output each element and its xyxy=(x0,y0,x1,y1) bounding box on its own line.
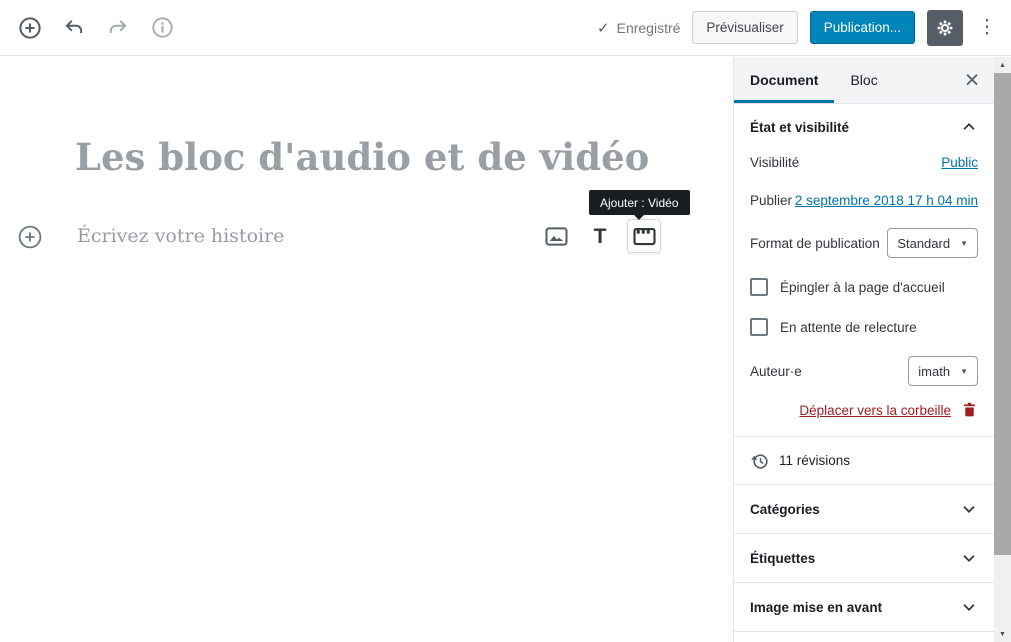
move-to-trash-link[interactable]: Déplacer vers la corbeille xyxy=(799,403,951,418)
author-value: imath xyxy=(918,364,950,379)
content-structure-button[interactable] xyxy=(144,10,180,46)
sticky-checkbox[interactable] xyxy=(750,278,768,296)
pending-checkbox[interactable] xyxy=(750,318,768,336)
visibility-value-link[interactable]: Public xyxy=(941,155,978,170)
settings-button[interactable] xyxy=(927,10,963,46)
add-video-button[interactable] xyxy=(627,219,661,253)
panel-featured-image: Image mise en avant xyxy=(734,583,994,632)
panel-tags-header[interactable]: Étiquettes xyxy=(734,534,994,582)
editor-canvas: Les bloc d'audio et de vidéo Ajouter : V… xyxy=(0,57,733,642)
toolbar-right: ✓ Enregistré Prévisualiser Publication..… xyxy=(597,10,1011,46)
quick-inserter: T xyxy=(539,219,661,253)
panel-tags: Étiquettes xyxy=(734,534,994,583)
panel-featured-image-title: Image mise en avant xyxy=(750,600,882,615)
plus-circle-icon xyxy=(17,224,45,250)
post-format-value: Standard xyxy=(897,236,950,251)
author-row: Auteur·e imath ▼ xyxy=(750,356,978,386)
author-select[interactable]: imath ▼ xyxy=(908,356,978,386)
panel-status-body: Visibilité Public Publier 2 septembre 20… xyxy=(734,150,994,422)
chevron-down-icon xyxy=(960,598,978,616)
visibility-label: Visibilité xyxy=(750,155,799,170)
trash-row: Déplacer vers la corbeille xyxy=(750,398,978,422)
add-block-button[interactable] xyxy=(12,10,48,46)
sidebar-tabs: Document Bloc × xyxy=(734,57,994,104)
image-icon xyxy=(544,224,569,249)
plus-circle-icon xyxy=(18,16,42,40)
scroll-up-arrow[interactable]: ▲ xyxy=(994,57,1011,73)
panel-categories-title: Catégories xyxy=(750,502,820,517)
scroll-down-arrow[interactable]: ▼ xyxy=(994,626,1011,642)
panel-status-header[interactable]: État et visibilité xyxy=(734,104,994,150)
sticky-row: Épingler à la page d'accueil xyxy=(750,276,978,298)
undo-button[interactable] xyxy=(56,10,92,46)
tab-document[interactable]: Document xyxy=(734,57,834,103)
trash-icon[interactable] xyxy=(961,401,978,419)
sidebar-scrollbar[interactable]: ▲ ▼ xyxy=(994,57,1011,642)
publish-row: Publier 2 septembre 2018 17 h 04 min xyxy=(750,188,978,212)
chevron-down-icon xyxy=(960,549,978,567)
tooltip-add-video: Ajouter : Vidéo xyxy=(589,190,690,215)
publish-date-link[interactable]: 2 septembre 2018 17 h 04 min xyxy=(795,193,978,208)
add-text-button[interactable]: T xyxy=(583,219,617,253)
chevron-up-icon xyxy=(960,118,978,136)
revisions-label: 11 révisions xyxy=(779,453,850,468)
preview-button[interactable]: Prévisualiser xyxy=(692,11,797,44)
chevron-down-icon: ▼ xyxy=(960,367,968,376)
info-icon xyxy=(151,16,174,39)
more-tools-button[interactable]: ⋮ xyxy=(975,18,999,37)
publish-button[interactable]: Publication... xyxy=(810,11,915,44)
settings-sidebar: Document Bloc × État et visibilité Visib… xyxy=(733,57,994,642)
panel-status-title: État et visibilité xyxy=(750,120,849,135)
post-format-select[interactable]: Standard ▼ xyxy=(887,228,978,258)
visibility-row: Visibilité Public xyxy=(750,150,978,174)
text-icon: T xyxy=(594,226,607,247)
pending-label: En attente de relecture xyxy=(780,320,917,335)
post-format-row: Format de publication Standard ▼ xyxy=(750,228,978,258)
redo-button[interactable] xyxy=(100,10,136,46)
author-label: Auteur·e xyxy=(750,364,802,379)
add-image-button[interactable] xyxy=(539,219,573,253)
empty-paragraph-block: Écrivez votre histoire T xyxy=(0,219,733,255)
panel-categories: Catégories xyxy=(734,485,994,534)
post-format-label: Format de publication xyxy=(750,236,880,251)
panel-categories-header[interactable]: Catégories xyxy=(734,485,994,533)
revisions-button[interactable]: 11 révisions xyxy=(734,437,994,485)
chevron-down-icon: ▼ xyxy=(960,239,968,248)
pending-row: En attente de relecture xyxy=(750,316,978,338)
gutenberg-editor: ✓ Enregistré Prévisualiser Publication..… xyxy=(0,0,1011,642)
chevron-down-icon xyxy=(960,500,978,518)
post-title-input[interactable]: Les bloc d'audio et de vidéo xyxy=(75,135,695,179)
history-icon xyxy=(750,451,770,471)
body-placeholder[interactable]: Écrivez votre histoire xyxy=(77,225,284,247)
toolbar-left xyxy=(0,10,180,46)
scrollbar-thumb[interactable] xyxy=(994,73,1011,555)
gear-icon xyxy=(935,18,955,38)
tab-block[interactable]: Bloc xyxy=(834,57,893,103)
panel-status-visibility: État et visibilité Visibilité Public Pub… xyxy=(734,104,994,437)
panel-tags-title: Étiquettes xyxy=(750,551,815,566)
video-icon xyxy=(632,224,657,249)
editor-toolbar: ✓ Enregistré Prévisualiser Publication..… xyxy=(0,0,1011,56)
inline-add-block-button[interactable] xyxy=(17,223,45,251)
check-icon: ✓ xyxy=(597,19,610,37)
undo-icon xyxy=(63,17,85,39)
panel-featured-image-header[interactable]: Image mise en avant xyxy=(734,583,994,631)
publish-label: Publier xyxy=(750,193,792,208)
close-sidebar-button[interactable]: × xyxy=(958,68,986,93)
save-status: ✓ Enregistré xyxy=(597,19,680,37)
save-status-label: Enregistré xyxy=(617,20,681,36)
sticky-label: Épingler à la page d'accueil xyxy=(780,280,945,295)
redo-icon xyxy=(107,17,129,39)
